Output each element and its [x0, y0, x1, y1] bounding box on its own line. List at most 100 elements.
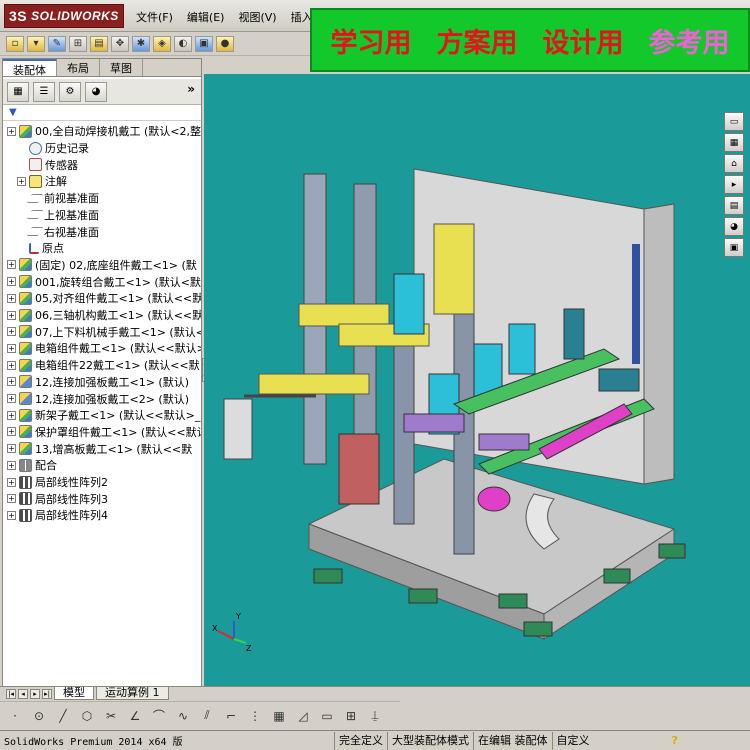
expand-toggle-icon[interactable]: +: [7, 394, 16, 404]
circle-icon[interactable]: ⊙: [30, 707, 48, 725]
tree-item[interactable]: + 局部线性阵列3: [3, 490, 201, 507]
open-folder-icon[interactable]: ▾: [27, 35, 45, 52]
expand-toggle-icon[interactable]: +: [7, 427, 16, 437]
tree-item[interactable]: +00,全自动焊接机戴工 (默认<2,整体: [3, 123, 201, 140]
expand-toggle-icon[interactable]: +: [7, 343, 16, 353]
pin-tool-icon[interactable]: ⍊: [366, 707, 384, 725]
tree-item[interactable]: 传感器: [3, 156, 201, 173]
control-box: [223, 398, 253, 460]
tree-item[interactable]: +07,上下料机械手戴工<1> (默认<: [3, 323, 201, 340]
polygon-icon[interactable]: ⬡: [78, 707, 96, 725]
appearance-icon[interactable]: ●: [216, 35, 234, 52]
tree-item[interactable]: +12,连接加强板戴工<2> (默认): [3, 390, 201, 407]
tree-item[interactable]: +13,增高板戴工<1> (默认<<默: [3, 440, 201, 457]
dimension-icon[interactable]: ◿: [294, 707, 312, 725]
expand-toggle-icon[interactable]: +: [7, 293, 16, 303]
tab-sketch[interactable]: 草图: [100, 59, 143, 76]
tab-layout[interactable]: 布局: [57, 59, 100, 76]
next-tab-icon[interactable]: ▸: [30, 688, 40, 699]
tree-item[interactable]: + 电箱组件22戴工<1> (默认<<默: [3, 357, 201, 374]
tree-item[interactable]: + 配合: [3, 457, 201, 474]
display-style-icon[interactable]: ◐: [174, 35, 192, 52]
pattern-icon[interactable]: ⋮: [246, 707, 264, 725]
custom-properties-icon[interactable]: ▣: [724, 238, 744, 257]
tree-item[interactable]: +12,连接加强板戴工<1> (默认): [3, 374, 201, 391]
view-orientation-icon[interactable]: ◈: [153, 35, 171, 52]
property-manager-icon[interactable]: ☰: [33, 81, 55, 102]
file-explorer-icon[interactable]: ▸: [724, 175, 744, 194]
appearances-icon[interactable]: ◕: [724, 217, 744, 236]
tab-model[interactable]: 模型: [54, 687, 94, 700]
tree-item[interactable]: 上视基准面: [3, 207, 201, 224]
expand-toggle-icon[interactable]: +: [7, 510, 16, 520]
tree-item[interactable]: +05,对齐组件戴工<1> (默认<<默: [3, 290, 201, 307]
mate-icon[interactable]: ⊞: [69, 35, 87, 52]
tab-motion-study[interactable]: 运动算例 1: [96, 687, 169, 700]
move-component-icon[interactable]: ✥: [111, 35, 129, 52]
design-library-icon[interactable]: ▦: [724, 133, 744, 152]
expand-more-icon[interactable]: »: [187, 82, 195, 96]
expand-toggle-icon[interactable]: +: [7, 477, 16, 487]
tree-item[interactable]: 右视基准面: [3, 223, 201, 240]
tree-item[interactable]: +06,三轴机构戴工<1> (默认<<默: [3, 307, 201, 324]
first-tab-icon[interactable]: |◂: [6, 688, 16, 699]
section-view-icon[interactable]: ▣: [195, 35, 213, 52]
expand-toggle-icon[interactable]: +: [7, 126, 16, 136]
expand-toggle-icon[interactable]: +: [7, 277, 16, 287]
expand-toggle-icon[interactable]: +: [7, 310, 16, 320]
expand-toggle-icon[interactable]: +: [17, 176, 26, 186]
expand-toggle-icon[interactable]: +: [7, 410, 16, 420]
expand-toggle-icon[interactable]: +: [7, 494, 16, 504]
tree-item[interactable]: + 注解: [3, 173, 201, 190]
display-manager-icon[interactable]: ◕: [85, 81, 107, 102]
tree-item[interactable]: + 局部线性阵列2: [3, 474, 201, 491]
prev-tab-icon[interactable]: ◂: [18, 688, 28, 699]
last-tab-icon[interactable]: ▸|: [42, 688, 52, 699]
trim-icon[interactable]: ✂: [102, 707, 120, 725]
tree-item[interactable]: 前视基准面: [3, 190, 201, 207]
grid-icon[interactable]: ▦: [270, 707, 288, 725]
tree-item[interactable]: 历史记录: [3, 140, 201, 157]
exploded-view-icon[interactable]: ✱: [132, 35, 150, 52]
new-document-icon[interactable]: ▫: [6, 35, 24, 52]
expand-toggle-icon[interactable]: +: [7, 327, 16, 337]
tree-item[interactable]: + 电箱组件戴工<1> (默认<<默认>_: [3, 340, 201, 357]
rectangle-icon[interactable]: ▭: [318, 707, 336, 725]
table-icon[interactable]: ⊞: [342, 707, 360, 725]
feature-tree-icon[interactable]: ▦: [7, 81, 29, 102]
menu-edit[interactable]: 编辑(E): [185, 8, 227, 26]
graphics-viewport[interactable]: X Y Z: [204, 74, 750, 686]
menu-view[interactable]: 视图(V): [236, 8, 278, 26]
tree-item[interactable]: +001,旋转组合戴工<1> (默认<默: [3, 273, 201, 290]
expand-toggle-icon[interactable]: +: [7, 444, 16, 454]
pin-icon[interactable]: ✎: [48, 35, 66, 52]
insert-component-icon[interactable]: ▤: [90, 35, 108, 52]
spline-icon[interactable]: ∿: [174, 707, 192, 725]
tree-item[interactable]: 原点: [3, 240, 201, 257]
tree-item[interactable]: + 保护罩组件戴工<1> (默认<<默认: [3, 424, 201, 441]
expand-toggle-icon[interactable]: +: [7, 260, 16, 270]
filter-icon[interactable]: ▼: [9, 107, 17, 118]
tree-item[interactable]: + (固定) 02,底座组件戴工<1> (默: [3, 257, 201, 274]
configuration-manager-icon[interactable]: ⚙: [59, 81, 81, 102]
arc-icon[interactable]: ⌒: [150, 707, 168, 725]
expand-toggle-icon[interactable]: +: [7, 460, 16, 470]
offset-icon[interactable]: ⌐: [222, 707, 240, 725]
tree-item[interactable]: + 新架子戴工<1> (默认<<默认>_外: [3, 407, 201, 424]
point-icon[interactable]: ·: [6, 707, 24, 725]
status-units[interactable]: 自定义: [551, 731, 666, 750]
expand-toggle-icon[interactable]: +: [7, 377, 16, 387]
solidworks-resources-icon[interactable]: ▭: [724, 112, 744, 131]
line-icon[interactable]: ╱: [54, 707, 72, 725]
angle-icon[interactable]: ∠: [126, 707, 144, 725]
expand-toggle-icon[interactable]: +: [7, 360, 16, 370]
menu-file[interactable]: 文件(F): [134, 8, 175, 26]
view-palette-icon[interactable]: ▤: [724, 196, 744, 215]
slot-icon[interactable]: ⫽: [198, 707, 216, 725]
solidworks-logo[interactable]: 3S SOLIDWORKS: [4, 4, 124, 28]
toolbox-icon[interactable]: ⌂: [724, 154, 744, 173]
tree-item[interactable]: + 局部线性阵列4: [3, 507, 201, 524]
help-icon[interactable]: ?: [672, 734, 678, 747]
tree-item-label: 00,全自动焊接机戴工 (默认<2,整体: [35, 125, 201, 139]
tab-assembly[interactable]: 装配体: [3, 59, 57, 77]
